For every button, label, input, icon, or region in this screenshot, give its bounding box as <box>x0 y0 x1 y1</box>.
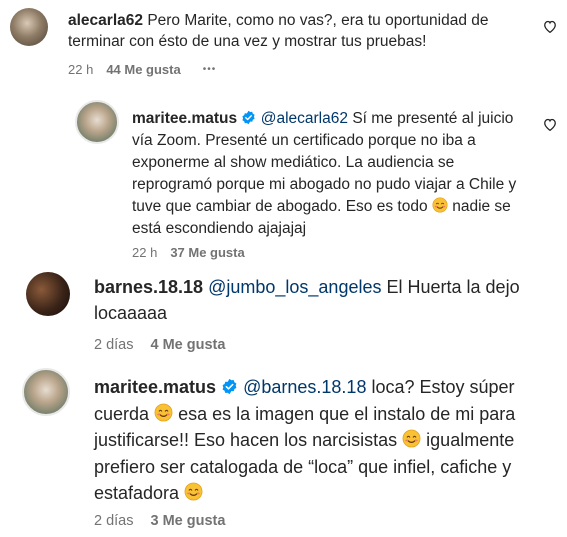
comment-meta: 22 h 37 Me gusta <box>132 245 245 260</box>
timestamp[interactable]: 22 h <box>132 245 157 260</box>
comment-alecarla62 <box>10 8 48 46</box>
mention-link[interactable]: @alecarla62 <box>261 110 348 127</box>
mention-link[interactable]: @barnes.18.18 <box>243 377 366 397</box>
avatar[interactable] <box>10 8 48 46</box>
mention-link[interactable]: @jumbo_los_angeles <box>208 277 381 297</box>
comment-body: maritee.matus @barnes.18.18 loca? Estoy … <box>94 374 534 507</box>
verified-badge-icon <box>242 110 255 125</box>
likes-count[interactable]: 37 Me gusta <box>170 245 244 260</box>
comment-meta: 22 h 44 Me gusta ••• <box>68 62 216 77</box>
smiling-face-emoji-icon <box>402 429 421 448</box>
verified-badge-icon <box>222 378 237 395</box>
username-link[interactable]: maritee.matus <box>94 377 216 397</box>
username-link[interactable]: maritee.matus <box>132 110 237 127</box>
avatar[interactable] <box>26 272 70 316</box>
comment-barnes <box>26 272 70 316</box>
smiling-face-emoji-icon <box>154 403 173 421</box>
username-link[interactable]: alecarla62 <box>68 12 143 29</box>
timestamp[interactable]: 2 días <box>94 337 134 353</box>
avatar[interactable] <box>22 368 70 416</box>
username-link[interactable]: barnes.18.18 <box>94 277 203 297</box>
comment-meta: 2 días 4 Me gusta <box>94 337 225 353</box>
comment-reply-maritee <box>75 100 119 144</box>
timestamp[interactable]: 2 días <box>94 513 134 529</box>
heart-icon[interactable] <box>543 20 557 33</box>
timestamp[interactable]: 22 h <box>68 62 93 77</box>
more-options-icon[interactable]: ••• <box>203 64 217 75</box>
smiling-face-emoji-icon <box>184 482 203 501</box>
likes-count[interactable]: 4 Me gusta <box>151 337 226 353</box>
smiling-face-emoji-icon <box>432 197 448 213</box>
likes-count[interactable]: 44 Me gusta <box>106 62 180 77</box>
comment-body: alecarla62 Pero Marite, como no vas?, er… <box>68 10 528 52</box>
avatar[interactable] <box>75 100 119 144</box>
comment-maritee <box>22 368 70 416</box>
comment-meta: 2 días 3 Me gusta <box>94 513 225 529</box>
comment-body: maritee.matus @alecarla62 Sí me presenté… <box>132 108 532 240</box>
comment-body: barnes.18.18 @jumbo_los_angeles El Huert… <box>94 274 534 326</box>
heart-icon[interactable] <box>543 118 557 131</box>
likes-count[interactable]: 3 Me gusta <box>151 513 226 529</box>
